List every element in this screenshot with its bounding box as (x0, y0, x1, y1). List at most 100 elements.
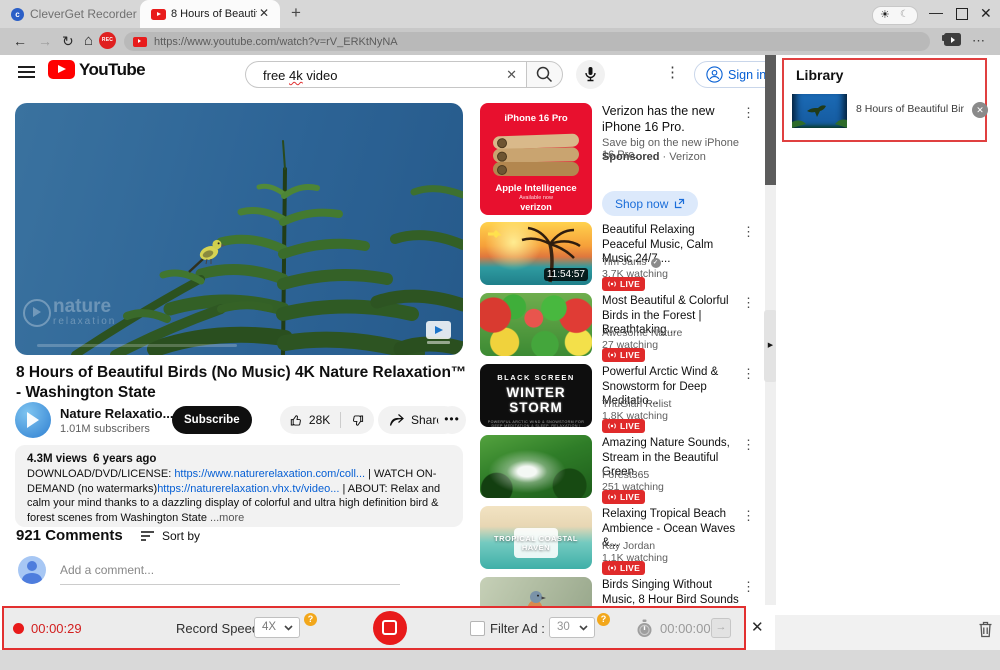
video-kebab-icon[interactable]: ⋮ (742, 366, 755, 382)
reload-icon[interactable]: ↻ (62, 33, 74, 50)
library-item-title[interactable]: 8 Hours of Beautiful Birds... (856, 103, 964, 115)
shop-now-button[interactable]: Shop now (602, 191, 699, 216)
url-bar[interactable]: https://www.youtube.com/watch?v=rV_ERKtN… (124, 32, 930, 51)
video-kebab-icon[interactable]: ⋮ (742, 224, 755, 240)
video-thumbnail[interactable] (480, 293, 592, 356)
live-badge: LIVE (602, 277, 646, 291)
maximize-button[interactable] (956, 8, 968, 20)
dark-theme-icon[interactable]: ☾ (900, 9, 909, 20)
description-link[interactable]: https://naturerelaxation.vhx.tv/video... (157, 483, 339, 495)
video-kebab-icon[interactable]: ⋮ (742, 295, 755, 311)
ad-sponsored-label: Sponsored · Verizon (602, 151, 706, 163)
menu-icon[interactable] (18, 66, 35, 82)
comment-avatar (18, 556, 46, 584)
mic-button[interactable] (576, 60, 605, 89)
live-icon (608, 352, 616, 358)
channel-name[interactable]: Nature Relaxatio...✓ (60, 406, 189, 421)
add-comment-input[interactable]: Add a comment... (60, 563, 400, 585)
clearget-recorder-window: c CleverGet Recorder 8 Hours of Beautifu… (0, 0, 1000, 670)
live-icon (608, 281, 616, 287)
search-button[interactable] (526, 61, 563, 88)
video-kebab-icon[interactable]: ⋮ (742, 508, 755, 524)
like-count: 28K (308, 413, 331, 427)
url-text: https://www.youtube.com/watch?v=rV_ERKtN… (154, 35, 398, 48)
watermark-play-icon (23, 299, 51, 327)
channel-corner-logo-icon (426, 321, 451, 344)
camera-capture-icon[interactable] (942, 33, 961, 46)
duration-badge: 11:54:57 (543, 268, 588, 281)
search-icon (536, 66, 553, 83)
live-icon (608, 494, 616, 500)
header-kebab-icon[interactable]: ⋮ (665, 63, 680, 81)
video-thumbnail[interactable] (480, 435, 592, 498)
like-dislike-pill[interactable]: 28K (280, 406, 374, 434)
window-titlebar: c CleverGet Recorder 8 Hours of Beautifu… (0, 0, 1000, 28)
video-player[interactable]: nature relaxation (15, 103, 463, 355)
search-clear-icon[interactable]: ✕ (506, 67, 517, 83)
trash-icon[interactable] (977, 620, 994, 639)
record-speed-select[interactable]: 4X (254, 617, 300, 638)
filter-ad-select[interactable]: 30 (549, 617, 595, 638)
theme-toggle[interactable]: ☀ ☾ (872, 6, 918, 25)
forward-icon[interactable]: → (38, 33, 52, 49)
description-link[interactable]: https://www.naturerelaxation.com/coll... (174, 468, 365, 480)
help-icon[interactable]: ? (597, 613, 610, 626)
live-badge: LIVE (602, 348, 646, 362)
youtube-logo-icon[interactable] (48, 60, 75, 79)
filter-ad-checkbox[interactable] (470, 621, 485, 636)
sort-by-button[interactable]: Sort by (140, 529, 200, 543)
live-icon (608, 423, 616, 429)
description-box[interactable]: 4.3M views 6 years ago DOWNLOAD/DVD/LICEN… (15, 445, 463, 527)
video-kebab-icon[interactable]: ⋮ (742, 579, 755, 595)
home-icon[interactable]: ⌂ (84, 32, 93, 49)
video-thumbnail[interactable]: 11:54:57 (480, 222, 592, 285)
browser-menu-icon[interactable]: ⋯ (972, 33, 986, 49)
minimize-button[interactable]: — (929, 4, 943, 20)
browser-tab[interactable]: 8 Hours of Beautiful Birds (No Music) 4K… (140, 0, 280, 28)
player-watermark: nature relaxation (23, 297, 116, 327)
page-scrollbar-thumb[interactable] (765, 55, 776, 185)
library-panel: Library 8 Hours of Beautiful Birds... ✕ (776, 55, 1000, 615)
search-input[interactable]: free 4k video ✕ (245, 61, 527, 88)
app-logo-icon: c (11, 8, 24, 21)
rec-icon[interactable]: REC (99, 32, 116, 49)
back-icon[interactable]: ← (13, 33, 27, 49)
ad-title[interactable]: Verizon has the new iPhone 16 Pro. (602, 103, 744, 136)
schedule-go-icon[interactable]: → (711, 618, 731, 638)
window-close-button[interactable]: ✕ (980, 5, 992, 22)
more-actions-button[interactable]: ••• (438, 406, 466, 434)
show-more-link[interactable]: ...more (210, 512, 244, 524)
video-stats: 4.3M views 6 years ago (27, 453, 157, 465)
like-icon[interactable] (290, 413, 303, 428)
toolbar-close-icon[interactable]: ✕ (751, 618, 764, 636)
record-speed-label: Record Speed : (176, 621, 267, 636)
video-channel: ThuGian Relist (602, 398, 672, 410)
tab-close-icon[interactable]: ✕ (259, 6, 269, 20)
chevron-down-icon (284, 625, 293, 631)
library-item-remove-icon[interactable]: ✕ (972, 102, 988, 118)
recorder-toolbar: 00:00:29 Record Speed : 4X ? Filter Ad :… (2, 606, 746, 650)
youtube-favicon-icon (151, 9, 166, 20)
video-thumbnail[interactable]: BLACK SCREEN WINTER STORM POWERFUL ARCTI… (480, 364, 592, 427)
video-channel: Forest365 (602, 469, 650, 481)
subscribe-button[interactable]: Subscribe (172, 406, 252, 434)
new-tab-button[interactable]: + (291, 3, 301, 23)
stop-recording-button[interactable] (373, 611, 407, 645)
phone-graphic (493, 162, 579, 176)
channel-avatar[interactable] (15, 402, 51, 438)
sort-by-label: Sort by (162, 529, 201, 543)
ad-thumbnail[interactable]: iPhone 16 Pro Apple Intelligence Availab… (480, 103, 592, 215)
chevron-down-icon (579, 625, 588, 631)
mic-icon (585, 67, 596, 82)
help-icon[interactable]: ? (304, 613, 317, 626)
light-theme-icon[interactable]: ☀ (880, 8, 890, 21)
live-badge: LIVE (602, 419, 646, 433)
dislike-icon[interactable] (351, 413, 364, 428)
ad-kebab-icon[interactable]: ⋮ (742, 105, 755, 121)
sign-in-label: Sign in (728, 67, 767, 82)
video-thumbnail[interactable]: TROPICAL COASTAL HAVEN (480, 506, 592, 569)
video-kebab-icon[interactable]: ⋮ (742, 437, 755, 453)
youtube-wordmark[interactable]: YouTube (79, 60, 146, 80)
library-item-thumbnail[interactable] (792, 94, 847, 128)
comments-header: 921 Comments (16, 527, 123, 544)
